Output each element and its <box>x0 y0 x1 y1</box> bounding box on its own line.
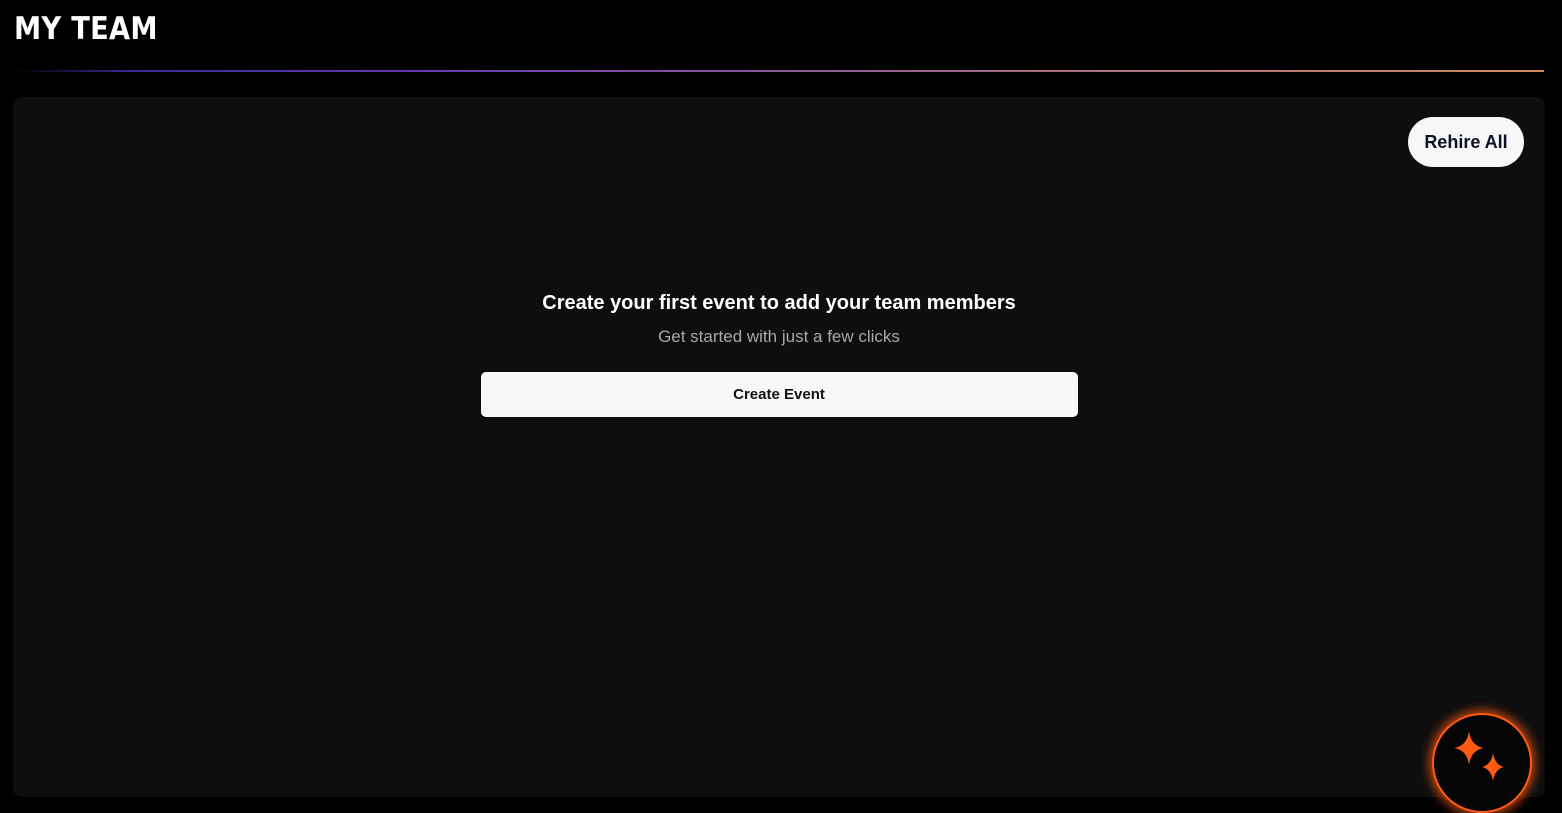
header-divider <box>14 70 1544 72</box>
create-event-button[interactable]: Create Event <box>480 372 1078 417</box>
page-title: MY TEAM <box>14 11 158 47</box>
empty-state-subtitle: Get started with just a few clicks <box>658 327 900 346</box>
page-header: MY TEAM <box>14 10 177 50</box>
sparkles-icon <box>1454 731 1504 781</box>
empty-state-title: Create your first event to add your team… <box>542 292 1016 314</box>
assistant-fab-button[interactable] <box>1432 713 1532 813</box>
empty-state: Create your first event to add your team… <box>13 290 1545 417</box>
team-panel: Rehire All Create your first event to ad… <box>13 97 1545 797</box>
rehire-all-button[interactable]: Rehire All <box>1408 117 1524 167</box>
